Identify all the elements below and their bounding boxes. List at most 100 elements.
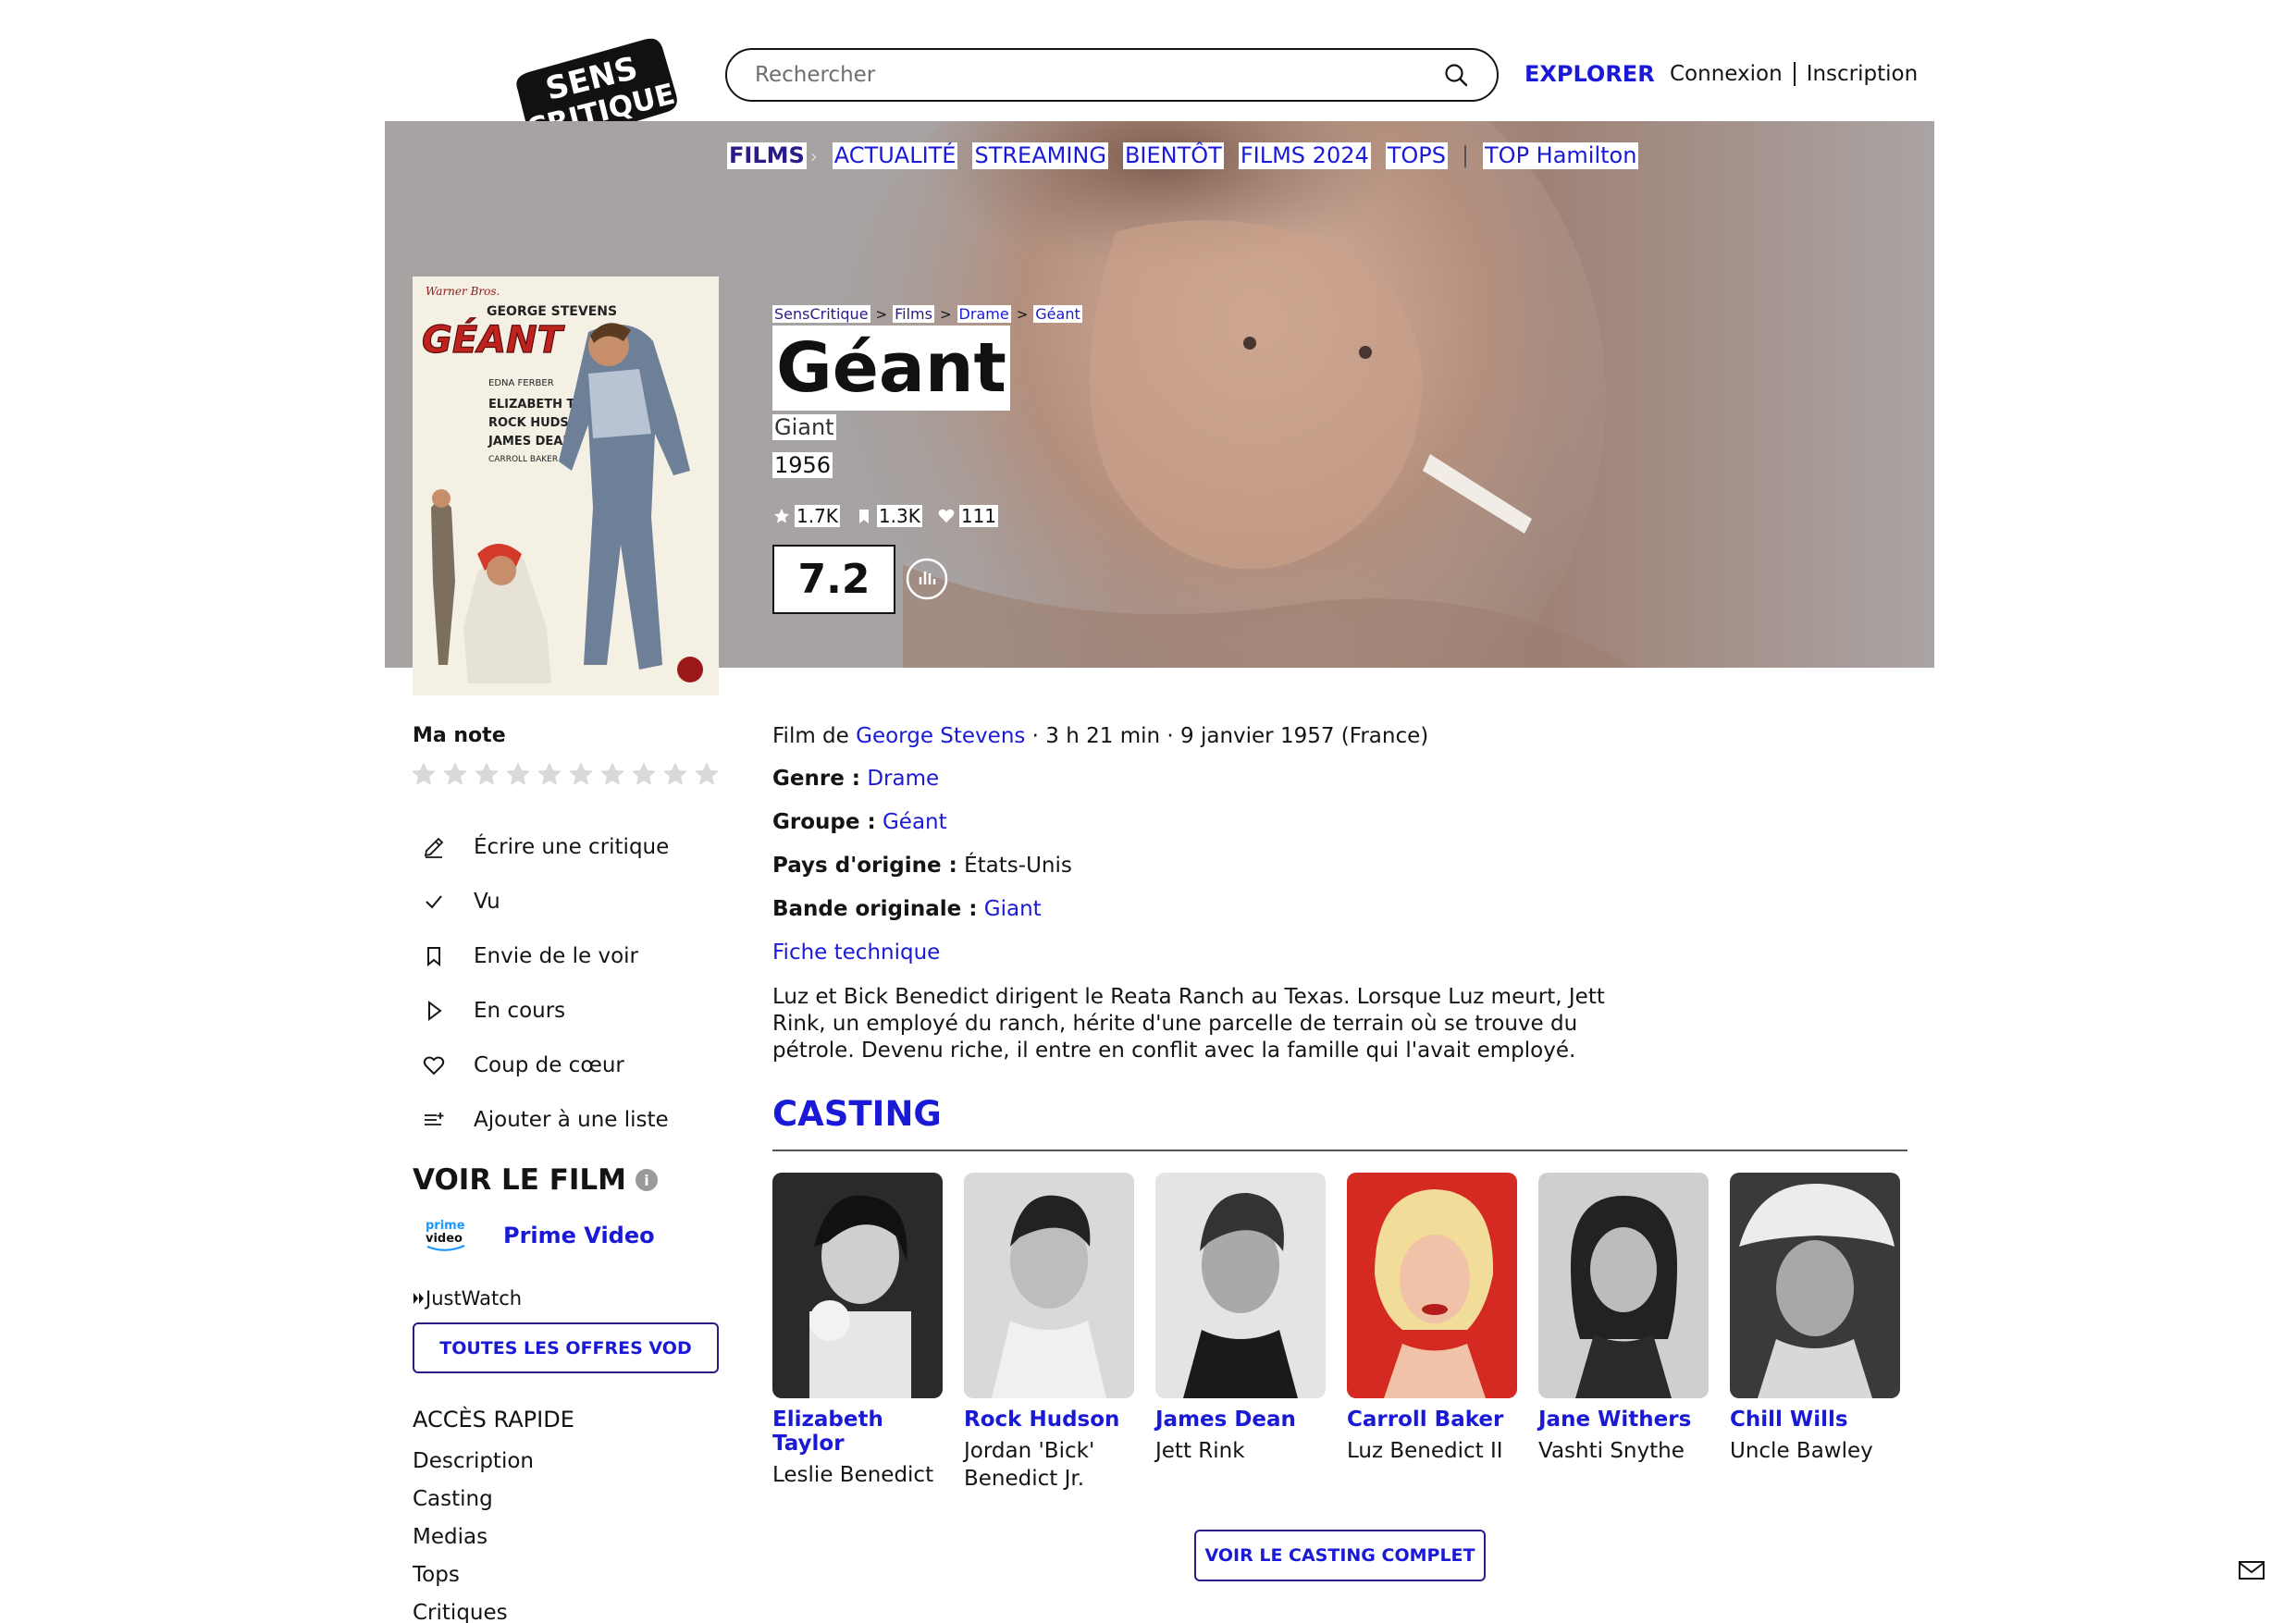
breadcrumb-current[interactable]: Géant bbox=[1033, 305, 1082, 323]
cast-card[interactable]: James Dean Jett Rink bbox=[1155, 1173, 1326, 1465]
quick-access-title: ACCÈS RAPIDE bbox=[413, 1407, 574, 1432]
movie-poster[interactable]: Warner Bros. GEORGE STEVENS GÉANT EDNA F… bbox=[413, 277, 719, 695]
cast-photo[interactable] bbox=[1538, 1173, 1709, 1398]
mail-icon[interactable] bbox=[2238, 1559, 2265, 1581]
quick-link-casting[interactable]: Casting bbox=[413, 1487, 534, 1525]
justwatch-credit[interactable]: JustWatch bbox=[413, 1287, 522, 1309]
search-bar[interactable] bbox=[725, 48, 1499, 102]
poster-credit-1: EDNA FERBER bbox=[488, 378, 554, 388]
quick-link-medias[interactable]: Medias bbox=[413, 1525, 534, 1563]
cast-photo[interactable] bbox=[772, 1173, 943, 1398]
rating-distribution-icon[interactable] bbox=[905, 557, 949, 601]
cast-photo[interactable] bbox=[964, 1173, 1134, 1398]
add-to-list-action[interactable]: Ajouter à une liste bbox=[418, 1092, 669, 1147]
rating-star-8[interactable] bbox=[630, 760, 658, 788]
user-actions: Écrire une critique Vu Envie de le voir … bbox=[418, 819, 669, 1147]
soundtrack-row: Bande originale : Giant bbox=[772, 897, 1042, 921]
wishlist-count: 1.3K bbox=[876, 505, 922, 527]
cast-photo[interactable] bbox=[1730, 1173, 1900, 1398]
original-title: Giant bbox=[772, 414, 836, 440]
quick-link-tops[interactable]: Tops bbox=[413, 1563, 534, 1601]
rating-star-7[interactable] bbox=[599, 760, 626, 788]
group-row: Groupe : Géant bbox=[772, 810, 947, 834]
prime-logo-line-1: prime bbox=[426, 1219, 465, 1233]
quick-link-description[interactable]: Description bbox=[413, 1449, 534, 1487]
rating-star-1[interactable] bbox=[410, 760, 438, 788]
check-icon bbox=[418, 886, 450, 917]
rating-star-9[interactable] bbox=[661, 760, 689, 788]
country-label: Pays d'origine : bbox=[772, 854, 957, 878]
cast-photo[interactable] bbox=[1155, 1173, 1326, 1398]
seen-action[interactable]: Vu bbox=[418, 874, 669, 928]
play-icon bbox=[418, 995, 450, 1027]
signup-link[interactable]: Inscription bbox=[1807, 62, 1919, 86]
nav-actualite[interactable]: ACTUALITÉ bbox=[832, 142, 958, 169]
full-casting-button[interactable]: VOIR LE CASTING COMPLET bbox=[1194, 1530, 1486, 1581]
poster-studio: Warner Bros. bbox=[426, 285, 500, 298]
favorites-count: 111 bbox=[958, 505, 999, 527]
soundtrack-link[interactable]: Giant bbox=[984, 897, 1042, 921]
cast-photo[interactable] bbox=[1347, 1173, 1517, 1398]
bookmark-icon bbox=[418, 941, 450, 972]
film-by-label: Film de bbox=[772, 724, 849, 748]
poster-title: GÉANT bbox=[422, 317, 565, 362]
cast-card[interactable]: Jane Withers Vashti Snythe bbox=[1538, 1173, 1709, 1465]
soundtrack-label: Bande originale : bbox=[772, 897, 978, 921]
nav-films[interactable]: FILMS bbox=[727, 142, 807, 169]
quick-link-critiques[interactable]: Critiques bbox=[413, 1601, 534, 1623]
watch-section-title: VOIR LE FILM i bbox=[413, 1163, 659, 1197]
justwatch-label: JustWatch bbox=[426, 1287, 523, 1309]
search-input[interactable] bbox=[755, 63, 1443, 87]
all-vod-offers-button[interactable]: TOUTES LES OFFRES VOD bbox=[413, 1322, 719, 1373]
rating-star-10[interactable] bbox=[693, 760, 721, 788]
info-icon[interactable]: i bbox=[636, 1169, 659, 1191]
rating-star-2[interactable] bbox=[441, 760, 469, 788]
cast-name[interactable]: Chill Wills bbox=[1730, 1408, 1900, 1432]
in-progress-action[interactable]: En cours bbox=[418, 983, 669, 1038]
rating-star-5[interactable] bbox=[536, 760, 563, 788]
explorer-link[interactable]: EXPLORER bbox=[1524, 61, 1655, 87]
rating-stars[interactable] bbox=[410, 760, 721, 788]
casting-divider bbox=[772, 1150, 1907, 1151]
cast-card[interactable]: Chill Wills Uncle Bawley bbox=[1730, 1173, 1900, 1465]
nav-top-hamilton[interactable]: TOP Hamilton bbox=[1483, 142, 1639, 169]
search-icon[interactable] bbox=[1443, 62, 1469, 88]
cast-name[interactable]: Carroll Baker bbox=[1347, 1408, 1517, 1432]
rating-star-4[interactable] bbox=[504, 760, 532, 788]
cast-name[interactable]: Jane Withers bbox=[1538, 1408, 1709, 1432]
rating-star-6[interactable] bbox=[567, 760, 595, 788]
write-review-action[interactable]: Écrire une critique bbox=[418, 819, 669, 874]
cast-card[interactable]: Elizabeth Taylor Leslie Benedict bbox=[772, 1173, 943, 1489]
tech-sheet-link[interactable]: Fiche technique bbox=[772, 941, 940, 965]
nav-bientot[interactable]: BIENTÔT bbox=[1122, 142, 1224, 169]
nav-streaming[interactable]: STREAMING bbox=[972, 142, 1108, 169]
rating-star-3[interactable] bbox=[473, 760, 500, 788]
cast-role: Luz Benedict II bbox=[1347, 1439, 1503, 1463]
breadcrumb-home[interactable]: SensCritique bbox=[772, 305, 870, 323]
cast-card[interactable]: Carroll Baker Luz Benedict II bbox=[1347, 1173, 1517, 1465]
cast-name[interactable]: Elizabeth Taylor bbox=[772, 1408, 943, 1456]
favorite-action[interactable]: Coup de cœur bbox=[418, 1038, 669, 1092]
write-review-label: Écrire une critique bbox=[474, 834, 670, 859]
wishlist-action[interactable]: Envie de le voir bbox=[418, 928, 669, 983]
ratings-count: 1.7K bbox=[795, 505, 840, 527]
breadcrumb-films[interactable]: Films bbox=[893, 305, 934, 323]
breadcrumb-genre[interactable]: Drame bbox=[957, 305, 1011, 323]
provider-prime-video[interactable]: prime video Prime Video bbox=[424, 1217, 655, 1254]
login-link[interactable]: Connexion bbox=[1670, 62, 1783, 86]
nav-films-2024[interactable]: FILMS 2024 bbox=[1238, 142, 1371, 169]
wishlist-stat: 1.3K bbox=[855, 505, 922, 527]
country-row: Pays d'origine : États-Unis bbox=[772, 854, 1072, 878]
nav-tops[interactable]: TOPS bbox=[1385, 142, 1449, 169]
cast-card[interactable]: Rock Hudson Jordan 'Bick' Benedict Jr. bbox=[964, 1173, 1134, 1493]
director-link[interactable]: George Stevens bbox=[856, 724, 1025, 748]
genre-link[interactable]: Drame bbox=[867, 767, 939, 791]
genre-row: Genre : Drame bbox=[772, 767, 939, 791]
add-to-list-label: Ajouter à une liste bbox=[474, 1107, 669, 1132]
cast-name[interactable]: Rock Hudson bbox=[964, 1408, 1134, 1432]
cast-name[interactable]: James Dean bbox=[1155, 1408, 1326, 1432]
group-link[interactable]: Géant bbox=[883, 810, 947, 834]
favorite-label: Coup de cœur bbox=[474, 1052, 624, 1077]
cast-role: Uncle Bawley bbox=[1730, 1439, 1873, 1463]
provider-name[interactable]: Prime Video bbox=[503, 1223, 655, 1248]
